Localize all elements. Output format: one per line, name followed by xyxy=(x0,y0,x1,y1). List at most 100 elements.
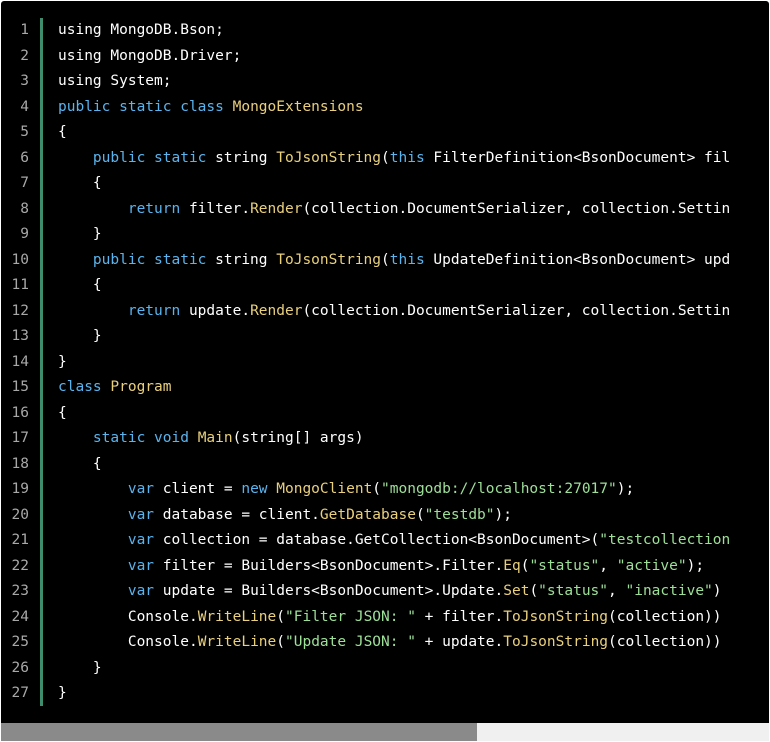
line-number-gutter: 1 2 3 4 5 6 7 8 9 10 11 12 13 14 15 16 17 18 19 20 21 22 23 24 2… xyxy=(1,18,41,707)
line-number: 10 xyxy=(11,251,29,268)
code-token: } xyxy=(58,226,102,242)
code-token: ToJsonString xyxy=(276,149,382,166)
code-token: client = xyxy=(162,481,242,497)
code-line: public static string ToJsonString(this U… xyxy=(58,248,730,274)
code-token: { xyxy=(58,175,102,191)
line-number: 5 xyxy=(20,124,29,140)
code-line: return update.Render(collection.Document… xyxy=(58,299,730,325)
code-token: using MongoDB.Driver; xyxy=(58,47,242,64)
code-line: public static class MongoExtensions xyxy=(58,95,730,121)
horizontal-scrollbar[interactable] xyxy=(1,723,769,741)
line-number: 2 xyxy=(20,47,29,64)
line-number: 17 xyxy=(11,430,29,446)
code-line: { xyxy=(58,120,730,146)
code-token: WriteLine xyxy=(197,634,277,650)
code-token: Console. xyxy=(58,634,198,650)
code-token: this xyxy=(389,149,434,166)
line-number: 18 xyxy=(11,455,29,472)
gutter-accent-bar xyxy=(40,18,43,706)
code-token: Program xyxy=(110,379,172,395)
code-lines: using MongoDB.Bson; using MongoDB.Driver;… xyxy=(58,18,730,707)
code-token: ( xyxy=(381,251,390,268)
line-number: 20 xyxy=(11,506,29,523)
code-token: filter = Builders<BsonDocument>.Filter. xyxy=(162,557,504,574)
code-token: Render xyxy=(250,200,303,217)
code-line: { xyxy=(58,452,730,478)
line-number: 12 xyxy=(11,302,29,319)
line-number: 13 xyxy=(11,328,29,344)
code-token: string xyxy=(215,149,277,166)
code-line: public static string ToJsonString(this F… xyxy=(58,146,730,172)
code-token: ) xyxy=(712,583,722,599)
code-token: collection = database.GetCollection<Bson… xyxy=(162,532,600,548)
code-line: } xyxy=(58,324,730,350)
code-token: var xyxy=(127,557,163,574)
code-token: , xyxy=(608,583,626,599)
code-token: using MongoDB.Bson; xyxy=(58,22,224,38)
line-number: 11 xyxy=(11,277,29,293)
code-line: var database = client.GetDatabase("testd… xyxy=(58,503,730,529)
line-number: 15 xyxy=(11,379,29,395)
code-line: var filter = Builders<BsonDocument>.Filt… xyxy=(58,554,730,580)
scrollbar-thumb[interactable] xyxy=(1,723,478,741)
code-token: var xyxy=(127,532,163,548)
code-line: static void Main(string[] args) xyxy=(58,426,730,452)
code-token: { xyxy=(58,404,67,421)
code-token: "active" xyxy=(616,557,687,574)
code-token: } xyxy=(58,328,102,344)
code-token: ( xyxy=(276,608,285,625)
code-token: + update. xyxy=(415,634,504,650)
code-token: ); xyxy=(616,481,635,497)
line-number: 4 xyxy=(20,98,29,115)
code-token: MongoExtensions xyxy=(232,98,364,115)
code-token: "status" xyxy=(538,583,609,599)
code-token: "mongodb://localhost:27017" xyxy=(381,481,617,497)
code-token: return xyxy=(127,302,189,319)
line-number: 26 xyxy=(11,659,29,676)
code-token: FilterDefinition<BsonDocument> fil xyxy=(433,149,731,166)
code-token: MongoClient xyxy=(276,481,373,497)
code-token: "status" xyxy=(529,557,600,574)
line-number: 7 xyxy=(20,175,29,191)
code-token: public static xyxy=(92,251,216,268)
code-token: } xyxy=(58,685,67,701)
code-token: string xyxy=(215,251,277,268)
code-line: Console.WriteLine("Filter JSON: " + filt… xyxy=(58,605,730,631)
code-token: "Update JSON: " xyxy=(285,634,416,650)
code-token: ( xyxy=(372,481,382,497)
code-token: Main xyxy=(197,430,233,446)
code-token: (collection)) xyxy=(608,608,722,625)
code-token: (collection.DocumentSerializer, collecti… xyxy=(302,200,731,217)
code-token: + filter. xyxy=(415,608,504,625)
code-token: ( xyxy=(529,583,539,599)
code-line: } xyxy=(58,681,730,707)
code-token: static void xyxy=(92,430,198,446)
code-token: new xyxy=(241,481,277,497)
code-line: } xyxy=(58,222,730,248)
code-token: ToJsonString xyxy=(276,251,382,268)
code-line: } xyxy=(58,350,730,376)
line-number: 16 xyxy=(11,404,29,421)
code-token: WriteLine xyxy=(197,608,277,625)
code-token: update = Builders<BsonDocument>.Update. xyxy=(162,583,504,599)
code-line: using MongoDB.Driver; xyxy=(58,44,730,70)
code-token: ); xyxy=(494,506,512,523)
line-number: 14 xyxy=(11,353,29,370)
code-line: Console.WriteLine("Update JSON: " + upda… xyxy=(58,630,730,656)
code-token: (collection)) xyxy=(608,634,722,650)
code-token: using System; xyxy=(58,73,172,89)
code-token: , xyxy=(599,557,617,574)
code-token: GetDatabase xyxy=(319,506,416,523)
code-token: (collection.DocumentSerializer, collecti… xyxy=(302,302,731,319)
code-token: this xyxy=(389,251,434,268)
code-token: Render xyxy=(250,302,303,319)
code-line: var collection = database.GetCollection<… xyxy=(58,528,730,554)
